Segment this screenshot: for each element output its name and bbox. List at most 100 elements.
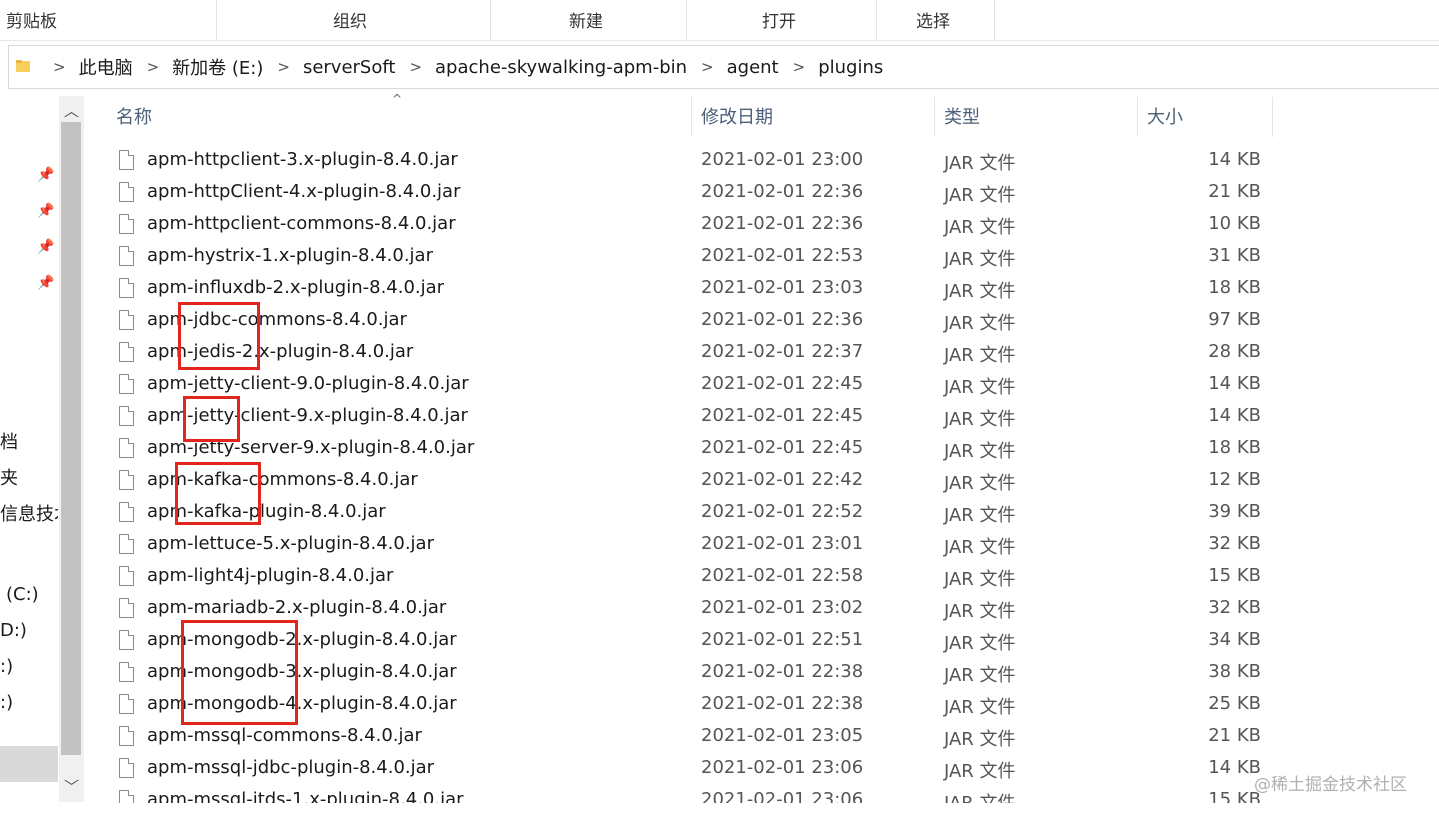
- chevron-right-icon[interactable]: >: [701, 58, 714, 76]
- file-date: 2021-02-01 22:37: [701, 341, 864, 362]
- file-icon: [119, 374, 134, 394]
- file-size: 32 KB: [1208, 597, 1261, 618]
- file-icon: [119, 150, 134, 170]
- file-size: 39 KB: [1208, 501, 1261, 522]
- file-row[interactable]: apm-httpclient-3.x-plugin-8.4.0.jar 2021-…: [0, 146, 1439, 178]
- file-type: JAR 文件: [944, 473, 1016, 494]
- breadcrumb-drive-e[interactable]: 新加卷 (E:): [172, 54, 263, 80]
- file-icon: [119, 214, 134, 234]
- breadcrumb-plugins[interactable]: plugins: [818, 57, 883, 78]
- file-icon: [119, 726, 134, 746]
- file-icon: [119, 630, 134, 650]
- address-bar[interactable]: > 此电脑 > 新加卷 (E:) > serverSoft > apache-s…: [8, 45, 1439, 89]
- status-bar: [0, 803, 1439, 814]
- column-header-size[interactable]: 大小: [1147, 97, 1183, 137]
- file-date: 2021-02-01 22:38: [701, 661, 864, 682]
- file-row[interactable]: apm-hystrix-1.x-plugin-8.4.0.jar 2021-02-…: [0, 242, 1439, 274]
- file-size: 14 KB: [1208, 149, 1261, 170]
- file-icon: [119, 470, 134, 490]
- file-size: 14 KB: [1208, 373, 1261, 394]
- file-type: JAR 文件: [944, 505, 1016, 526]
- file-date: 2021-02-01 22:45: [701, 437, 864, 458]
- ribbon: 剪贴板 组织 新建 打开 选择: [0, 0, 1439, 40]
- file-size: 18 KB: [1208, 437, 1261, 458]
- column-header-name[interactable]: 名称: [116, 97, 152, 137]
- file-icon: [119, 438, 134, 458]
- breadcrumb-skywalking[interactable]: apache-skywalking-apm-bin: [435, 57, 687, 78]
- ribbon-group-clipboard[interactable]: 剪贴板: [6, 0, 57, 40]
- ribbon-group-select[interactable]: 选择: [916, 0, 950, 40]
- file-type: JAR 文件: [944, 249, 1016, 270]
- file-type: JAR 文件: [944, 185, 1016, 206]
- highlight-box-jetty: [183, 396, 240, 442]
- file-row[interactable]: apm-httpclient-commons-8.4.0.jar 2021-02-…: [0, 210, 1439, 242]
- column-header-date[interactable]: 修改日期: [701, 97, 773, 137]
- file-type: JAR 文件: [944, 313, 1016, 334]
- file-date: 2021-02-01 22:36: [701, 181, 864, 202]
- file-size: 12 KB: [1208, 469, 1261, 490]
- breadcrumb-agent[interactable]: agent: [727, 57, 779, 78]
- ribbon-separator: [216, 0, 217, 40]
- file-size: 21 KB: [1208, 725, 1261, 746]
- chevron-right-icon[interactable]: >: [277, 58, 290, 76]
- file-name: apm-influxdb-2.x-plugin-8.4.0.jar: [147, 277, 445, 298]
- file-date: 2021-02-01 22:45: [701, 373, 864, 394]
- column-separator[interactable]: [1272, 97, 1273, 137]
- file-row[interactable]: apm-light4j-plugin-8.4.0.jar 2021-02-01 2…: [0, 562, 1439, 594]
- file-icon: [119, 406, 134, 426]
- file-row[interactable]: apm-httpClient-4.x-plugin-8.4.0.jar 2021-…: [0, 178, 1439, 210]
- file-date: 2021-02-01 22:42: [701, 469, 864, 490]
- chevron-right-icon[interactable]: >: [147, 58, 160, 76]
- file-size: 15 KB: [1208, 565, 1261, 586]
- file-type: JAR 文件: [944, 569, 1016, 590]
- file-date: 2021-02-01 22:58: [701, 565, 864, 586]
- file-size: 31 KB: [1208, 245, 1261, 266]
- file-date: 2021-02-01 22:36: [701, 213, 864, 234]
- chevron-right-icon[interactable]: >: [793, 58, 806, 76]
- file-date: 2021-02-01 23:01: [701, 533, 864, 554]
- file-type: JAR 文件: [944, 789, 1016, 803]
- file-row[interactable]: apm-mssql-commons-8.4.0.jar 2021-02-01 23…: [0, 722, 1439, 754]
- file-type: JAR 文件: [944, 153, 1016, 174]
- file-row[interactable]: apm-lettuce-5.x-plugin-8.4.0.jar 2021-02-…: [0, 530, 1439, 562]
- file-icon: [119, 310, 134, 330]
- breadcrumb-this-pc[interactable]: 此电脑: [79, 54, 133, 80]
- folder-icon: [16, 60, 30, 72]
- file-icon: [119, 598, 134, 618]
- file-name: apm-mariadb-2.x-plugin-8.4.0.jar: [147, 597, 447, 618]
- file-type: JAR 文件: [944, 537, 1016, 558]
- file-size: 25 KB: [1208, 693, 1261, 714]
- ribbon-group-new[interactable]: 新建: [569, 0, 603, 40]
- file-type: JAR 文件: [944, 729, 1016, 750]
- file-name: apm-jetty-client-9.0-plugin-8.4.0.jar: [147, 373, 469, 394]
- file-type: JAR 文件: [944, 761, 1016, 782]
- ribbon-separator: [686, 0, 687, 40]
- scroll-up-icon[interactable]: ︿: [59, 100, 84, 122]
- ribbon-group-open[interactable]: 打开: [762, 0, 796, 40]
- file-row[interactable]: apm-mssql-jtds-1.x-plugin-8.4.0.jar 2021-…: [0, 786, 1439, 803]
- highlight-box-mongodb: [181, 620, 298, 725]
- file-name: apm-mssql-jtds-1.x-plugin-8.4.0.jar: [147, 789, 464, 803]
- column-header-type[interactable]: 类型: [944, 97, 980, 137]
- file-name: apm-hystrix-1.x-plugin-8.4.0.jar: [147, 245, 433, 266]
- column-separator[interactable]: [691, 97, 692, 137]
- file-icon: [119, 534, 134, 554]
- file-icon: [119, 758, 134, 778]
- file-type: JAR 文件: [944, 633, 1016, 654]
- file-type: JAR 文件: [944, 281, 1016, 302]
- file-name: apm-mssql-commons-8.4.0.jar: [147, 725, 422, 746]
- chevron-right-icon[interactable]: >: [53, 58, 66, 76]
- file-name: apm-light4j-plugin-8.4.0.jar: [147, 565, 394, 586]
- ribbon-group-organize[interactable]: 组织: [333, 0, 367, 40]
- column-separator[interactable]: [1137, 97, 1138, 137]
- file-row[interactable]: apm-mssql-jdbc-plugin-8.4.0.jar 2021-02-0…: [0, 754, 1439, 786]
- chevron-right-icon[interactable]: >: [409, 58, 422, 76]
- column-separator[interactable]: [934, 97, 935, 137]
- breadcrumb-serversoft[interactable]: serverSoft: [303, 57, 396, 78]
- highlight-box-jdbc-jedis: [178, 302, 260, 370]
- file-size: 97 KB: [1208, 309, 1261, 330]
- file-icon: [119, 790, 134, 803]
- file-date: 2021-02-01 23:06: [701, 789, 864, 803]
- file-icon: [119, 502, 134, 522]
- file-type: JAR 文件: [944, 409, 1016, 430]
